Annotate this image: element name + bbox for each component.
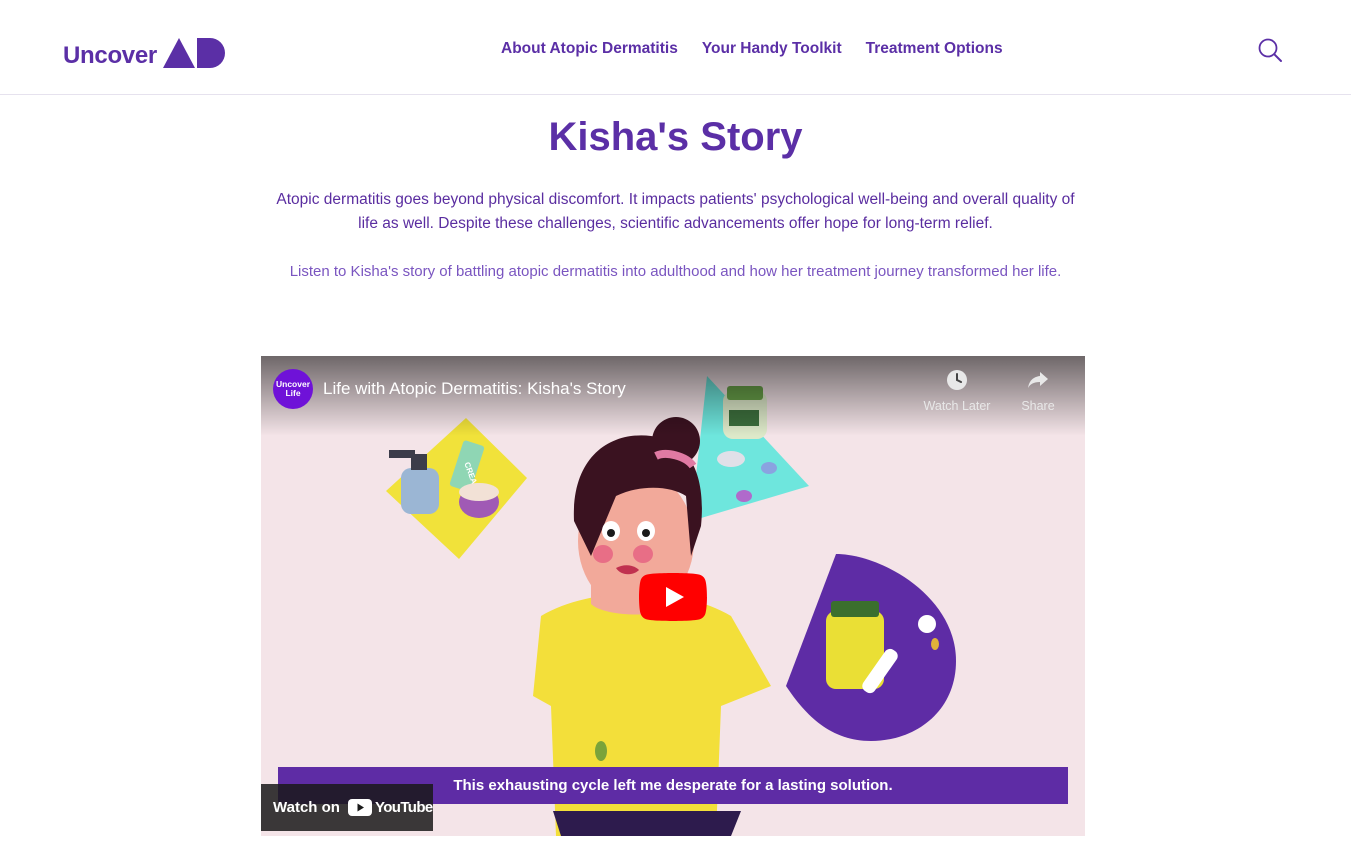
clock-icon xyxy=(947,370,967,390)
youtube-play-icon xyxy=(347,799,372,816)
page-title: Kisha's Story xyxy=(548,115,803,159)
watch-later-label: Watch Later xyxy=(923,399,991,413)
share-button[interactable]: Share xyxy=(1003,368,1073,413)
nav-treatment-options[interactable]: Treatment Options xyxy=(866,39,1003,59)
site-logo[interactable]: Uncover xyxy=(63,38,228,70)
watch-on-youtube-button[interactable]: Watch on YouTube xyxy=(261,784,433,831)
youtube-wordmark: YouTube xyxy=(374,799,433,816)
watch-on-label: Watch on xyxy=(273,799,340,816)
play-button[interactable] xyxy=(639,573,707,621)
search-button[interactable] xyxy=(1256,36,1284,64)
main-nav: About Atopic Dermatitis Your Handy Toolk… xyxy=(501,39,1003,59)
logo-text: Uncover xyxy=(63,42,157,69)
lead-paragraph: Listen to Kisha's story of battling atop… xyxy=(289,263,1062,280)
intro-paragraph: Atopic dermatitis goes beyond physical d… xyxy=(276,191,1075,232)
search-icon xyxy=(1258,38,1282,62)
video-player[interactable]: CREAM Uncover Life Life with Atopic Derm… xyxy=(261,356,1085,836)
nav-your-handy-toolkit[interactable]: Your Handy Toolkit xyxy=(702,39,842,59)
share-label: Share xyxy=(1021,399,1055,413)
logo-ad-mark xyxy=(162,38,225,68)
share-icon xyxy=(1028,372,1048,388)
nav-about-atopic-dermatitis[interactable]: About Atopic Dermatitis xyxy=(501,39,678,59)
youtube-logo: YouTube xyxy=(347,799,433,816)
watch-later-button[interactable]: Watch Later xyxy=(922,368,992,413)
video-title[interactable]: Life with Atopic Dermatitis: Kisha's Sto… xyxy=(323,378,626,400)
play-icon xyxy=(639,573,707,621)
site-header: Uncover About Atopic Dermatitis Your Han… xyxy=(0,0,1351,95)
channel-avatar[interactable]: Uncover Life xyxy=(273,369,313,409)
